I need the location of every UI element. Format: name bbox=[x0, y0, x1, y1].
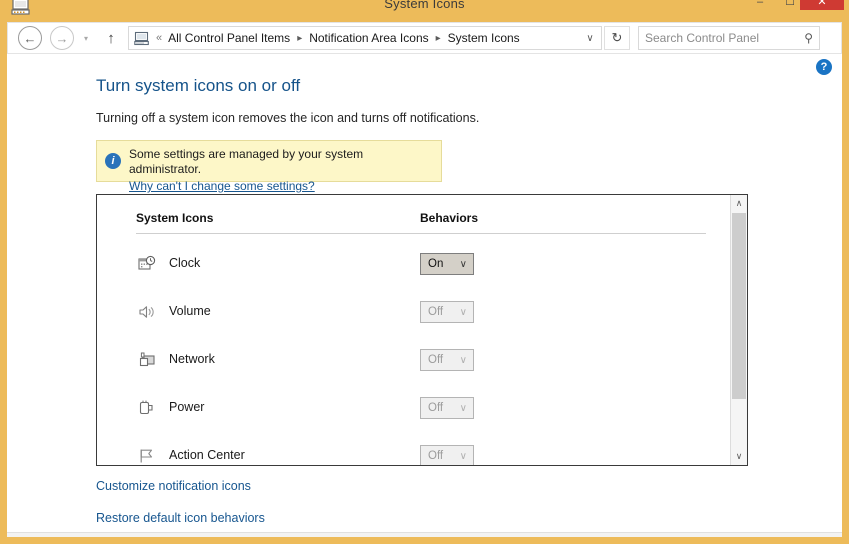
table-row: Volume Off ∨ bbox=[97, 291, 730, 339]
breadcrumb-separator-0[interactable]: ▸ bbox=[292, 33, 307, 44]
behavior-value-volume: Off bbox=[428, 306, 444, 318]
list-header: System Icons Behaviors bbox=[97, 211, 730, 237]
customize-notification-icons-link[interactable]: Customize notification icons bbox=[96, 479, 251, 493]
up-button[interactable]: ↑ bbox=[100, 26, 122, 50]
behavior-select-clock[interactable]: On ∨ bbox=[420, 253, 474, 275]
help-button[interactable]: ? bbox=[816, 59, 832, 75]
chevron-down-icon: ∨ bbox=[459, 258, 467, 270]
chevron-down-icon: ∨ bbox=[459, 306, 467, 318]
table-row: Action Center Off ∨ bbox=[97, 435, 730, 465]
page-description: Turning off a system icon removes the ic… bbox=[96, 111, 480, 125]
chevron-down-icon: ∨ bbox=[459, 402, 467, 414]
address-computer-icon bbox=[129, 27, 155, 49]
scroll-up-button[interactable]: ∧ bbox=[731, 195, 747, 212]
row-label-clock: Clock bbox=[169, 256, 201, 270]
behavior-select-volume[interactable]: Off ∨ bbox=[420, 301, 474, 323]
back-button[interactable]: ← bbox=[18, 26, 42, 50]
why-cant-i-change-settings-link[interactable]: Why can't I change some settings? bbox=[129, 179, 315, 193]
table-row: Power Off ∨ bbox=[97, 387, 730, 435]
minimize-button[interactable]: – bbox=[745, 0, 775, 10]
behavior-value-network: Off bbox=[428, 354, 444, 366]
chevron-down-icon[interactable]: ∨ bbox=[579, 27, 601, 49]
behavior-value-action-center: Off bbox=[428, 450, 444, 462]
refresh-button[interactable]: ↻ bbox=[604, 26, 630, 50]
banner-body: Some settings are managed by your system… bbox=[129, 147, 433, 195]
breadcrumb-item-0[interactable]: All Control Panel Items bbox=[166, 31, 292, 45]
address-bar[interactable]: « All Control Panel Items ▸ Notification… bbox=[128, 26, 602, 50]
system-icons-list: System Icons Behaviors Clock On ∨ Volume… bbox=[97, 195, 730, 465]
close-button[interactable]: ✕ bbox=[800, 0, 844, 10]
header-divider bbox=[136, 233, 706, 234]
network-icon bbox=[138, 351, 156, 369]
chevron-down-icon: ∨ bbox=[459, 354, 467, 366]
row-label-volume: Volume bbox=[169, 304, 211, 318]
behavior-select-network[interactable]: Off ∨ bbox=[420, 349, 474, 371]
list-scrollbar[interactable]: ∧ ∨ bbox=[730, 195, 747, 465]
scrollbar-thumb[interactable] bbox=[732, 213, 746, 399]
chevron-down-icon: ∨ bbox=[459, 450, 467, 462]
search-input[interactable] bbox=[645, 31, 805, 45]
search-box[interactable]: ⚲ bbox=[638, 26, 820, 50]
row-label-action-center: Action Center bbox=[169, 448, 245, 462]
status-bar bbox=[7, 532, 842, 537]
behavior-value-clock: On bbox=[428, 258, 444, 270]
breadcrumb-item-2[interactable]: System Icons bbox=[446, 31, 522, 45]
navigation-toolbar: ← → ▾ ↑ « All Control Panel Items ▸ Noti… bbox=[7, 22, 842, 54]
control-panel-window: System Icons – ☐ ✕ ← → ▾ ↑ « All Control… bbox=[0, 0, 849, 544]
admin-notice-banner: i Some settings are managed by your syst… bbox=[96, 140, 442, 193]
forward-button[interactable]: → bbox=[50, 26, 74, 50]
address-overflow-chevron[interactable]: « bbox=[155, 32, 166, 44]
breadcrumb-item-1[interactable]: Notification Area Icons bbox=[307, 31, 430, 45]
window-title: System Icons bbox=[384, 0, 465, 11]
info-icon: i bbox=[105, 153, 121, 169]
behavior-select-power[interactable]: Off ∨ bbox=[420, 397, 474, 419]
row-label-network: Network bbox=[169, 352, 215, 366]
banner-text: Some settings are managed by your system… bbox=[129, 147, 364, 176]
restore-default-icon-behaviors-link[interactable]: Restore default icon behaviors bbox=[96, 511, 265, 525]
volume-icon bbox=[138, 303, 156, 321]
search-icon[interactable]: ⚲ bbox=[804, 31, 813, 45]
scroll-down-button[interactable]: ∨ bbox=[731, 448, 747, 465]
table-row: Network Off ∨ bbox=[97, 339, 730, 387]
column-header-system-icons: System Icons bbox=[136, 211, 214, 225]
page-title: Turn system icons on or off bbox=[96, 76, 301, 95]
table-row: Clock On ∨ bbox=[97, 243, 730, 291]
power-icon bbox=[138, 399, 156, 417]
column-header-behaviors: Behaviors bbox=[420, 211, 479, 225]
recent-locations-button[interactable]: ▾ bbox=[78, 26, 94, 50]
behavior-select-action-center[interactable]: Off ∨ bbox=[420, 445, 474, 465]
row-label-power: Power bbox=[169, 400, 205, 414]
title-bar: System Icons – ☐ ✕ bbox=[0, 0, 849, 22]
system-icons-panel: System Icons Behaviors Clock On ∨ Volume… bbox=[96, 194, 748, 466]
behavior-value-power: Off bbox=[428, 402, 444, 414]
breadcrumb-separator-1[interactable]: ▸ bbox=[431, 33, 446, 44]
clock-icon bbox=[138, 255, 156, 273]
action-center-icon bbox=[138, 447, 156, 465]
content-pane: ? Turn system icons on or off Turning of… bbox=[7, 54, 842, 532]
